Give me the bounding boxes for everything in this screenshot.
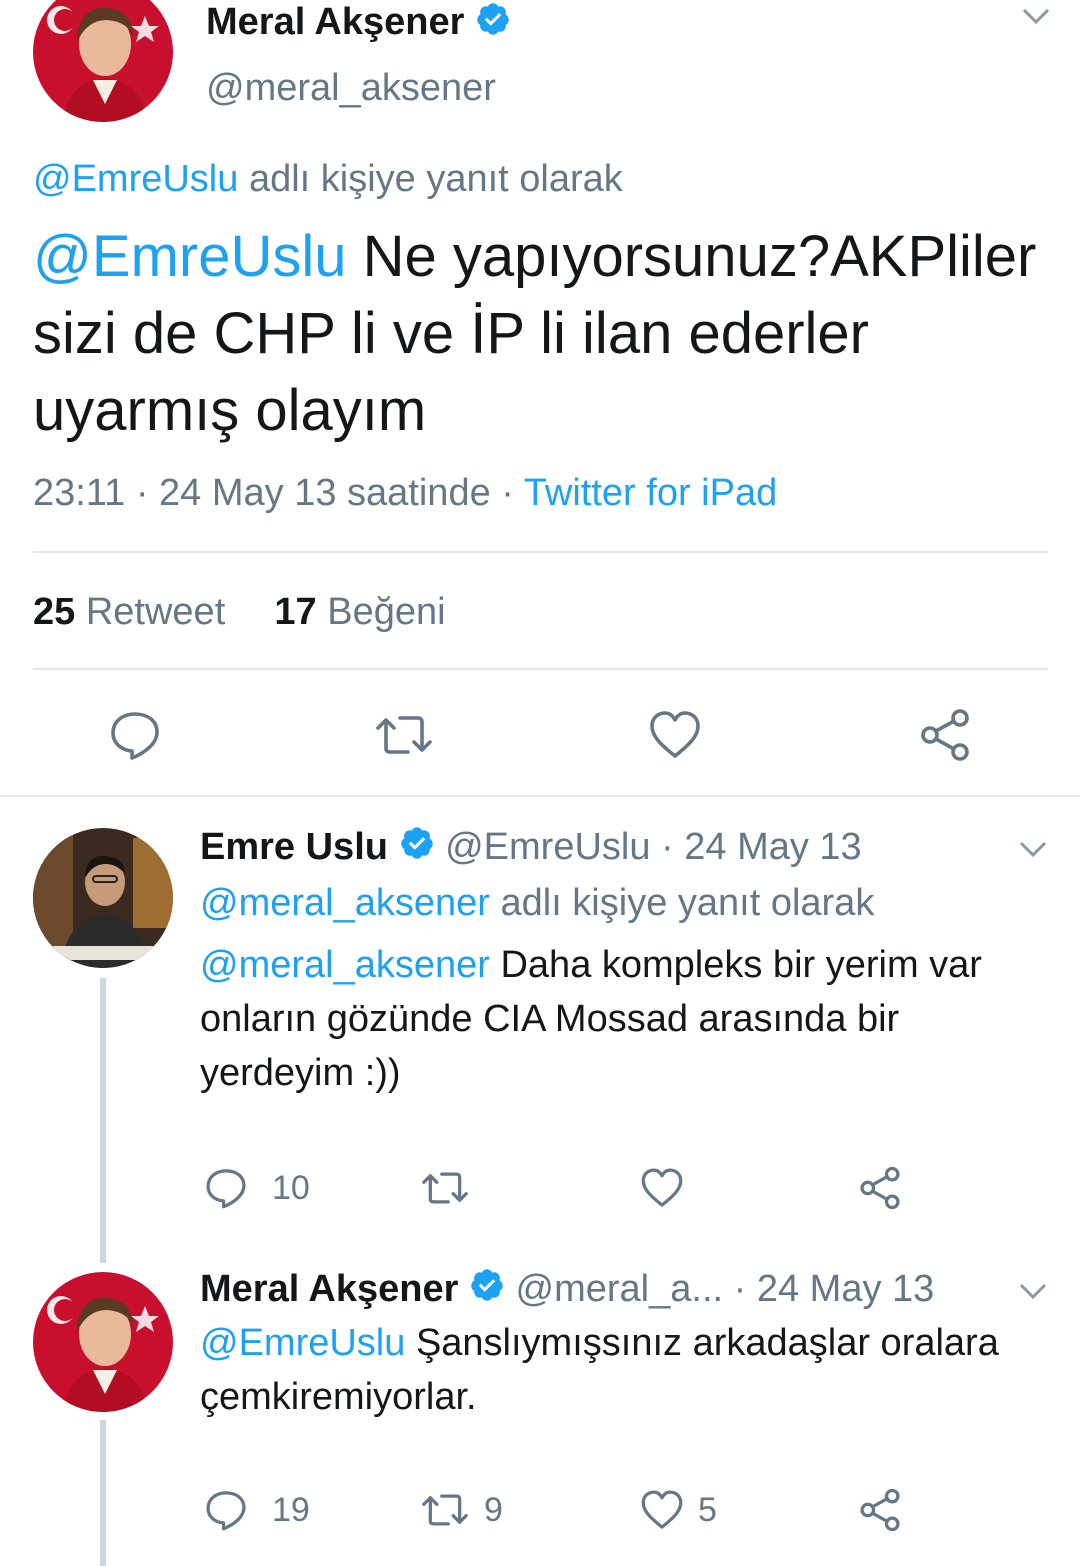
reply-button[interactable]: 10 [204,1166,310,1210]
tweet-meta: 23:11 · 24 May 13 saatinde · Twitter for… [33,470,777,516]
tweet-mention[interactable]: @meral_aksener [200,944,490,986]
share-icon [860,1166,900,1210]
like-button[interactable] [640,1166,698,1210]
reply-2-author-name[interactable]: Meral Akşener [200,1268,458,1310]
retweet-count: 9 [484,1490,503,1529]
like-icon [650,711,700,758]
like-button[interactable] [648,708,702,762]
verified-badge-icon [469,1267,505,1314]
main-author-name[interactable]: Meral Akşener [206,0,511,47]
reply-1-handle-date[interactable]: @EmreUslu · 24 May 13 [445,826,862,868]
like-label: Beğeni [327,591,446,633]
like-icon [641,1168,683,1207]
author-name-text[interactable]: Meral Akşener [206,1,464,43]
reply-1-author-name[interactable]: Emre Uslu [200,826,388,868]
reply-1-header: Emre Uslu @EmreUslu · 24 May 13 [200,824,862,872]
section-divider [0,795,1080,797]
reply-1-text: @meral_aksener Daha kompleks bir yerim v… [200,938,1060,1100]
chevron-down-icon[interactable] [1018,4,1054,37]
thread-line [100,1420,106,1566]
retweet-label: Retweet [85,591,226,633]
retweet-button[interactable] [420,1166,484,1210]
thread-line [100,978,106,1263]
reply-context-suffix: adlı kişiye yanıt olarak [238,158,623,200]
like-icon [641,1490,683,1529]
like-count: 17 [274,591,317,633]
like-button[interactable]: 5 [640,1488,717,1532]
reply-2-handle[interactable]: @meral_a... [516,1268,724,1310]
tweet-stats: 25 Retweet 17 Beğeni [33,588,446,636]
like-count: 5 [698,1490,717,1529]
avatar-meral-aksener[interactable] [33,0,173,122]
reply-button[interactable] [108,708,162,762]
reply-2-header: Meral Akşener @meral_a... · 24 May 13 [200,1266,934,1314]
share-button[interactable] [858,1488,902,1532]
main-reply-context: @EmreUslu adlı kişiye yanıt olarak [33,156,623,202]
reply-icon [206,1169,246,1209]
share-icon [860,1488,900,1532]
retweet-icon [422,1172,468,1204]
reply-count: 10 [272,1168,310,1207]
retweet-icon [422,1494,468,1526]
reply-icon [111,712,159,760]
tweet-mention[interactable]: @EmreUslu [33,224,346,289]
reply-2-text: @EmreUslu Şanslıymışsınız arkadaşlar ora… [200,1316,1060,1424]
retweet-count: 25 [33,591,76,633]
retweet-button[interactable]: 9 [420,1488,503,1532]
verified-badge-icon [475,1,511,47]
like-stat[interactable]: 17 Beğeni [274,591,445,633]
reply-2-date[interactable]: · 24 May 13 [723,1268,935,1310]
share-button[interactable] [918,708,972,762]
verified-badge-icon [399,825,435,872]
reply-1-reply-context: @meral_aksener adlı kişiye yanıt olarak [200,880,874,926]
tweet-mention[interactable]: @EmreUslu [200,1322,405,1364]
retweet-stat[interactable]: 25 Retweet [33,591,225,633]
main-author-handle[interactable]: @meral_aksener [206,66,496,110]
chevron-down-icon[interactable] [1016,838,1050,867]
main-tweet-text: @EmreUslu Ne yapıyorsunuz?AKPliler sizi … [33,218,1053,449]
reply-context-suffix: adlı kişiye yanıt olarak [489,882,875,924]
reply-context-mention[interactable]: @EmreUslu [33,158,238,200]
retweet-icon [376,716,432,754]
tweet-source-link[interactable]: Twitter for iPad [524,472,777,514]
reply-button[interactable]: 19 [204,1488,310,1532]
divider [33,668,1048,670]
share-button[interactable] [858,1166,902,1210]
reply-icon [206,1491,246,1531]
reply-context-mention[interactable]: @meral_aksener [200,882,490,924]
reply-count: 19 [272,1490,310,1529]
chevron-down-icon[interactable] [1016,1280,1050,1309]
share-icon [921,709,969,761]
divider [33,551,1048,553]
avatar-emre-uslu[interactable] [33,828,173,968]
retweet-button[interactable] [374,708,434,762]
tweet-timestamp: 23:11 · 24 May 13 saatinde · [33,472,524,514]
avatar-meral-aksener[interactable] [33,1272,173,1412]
